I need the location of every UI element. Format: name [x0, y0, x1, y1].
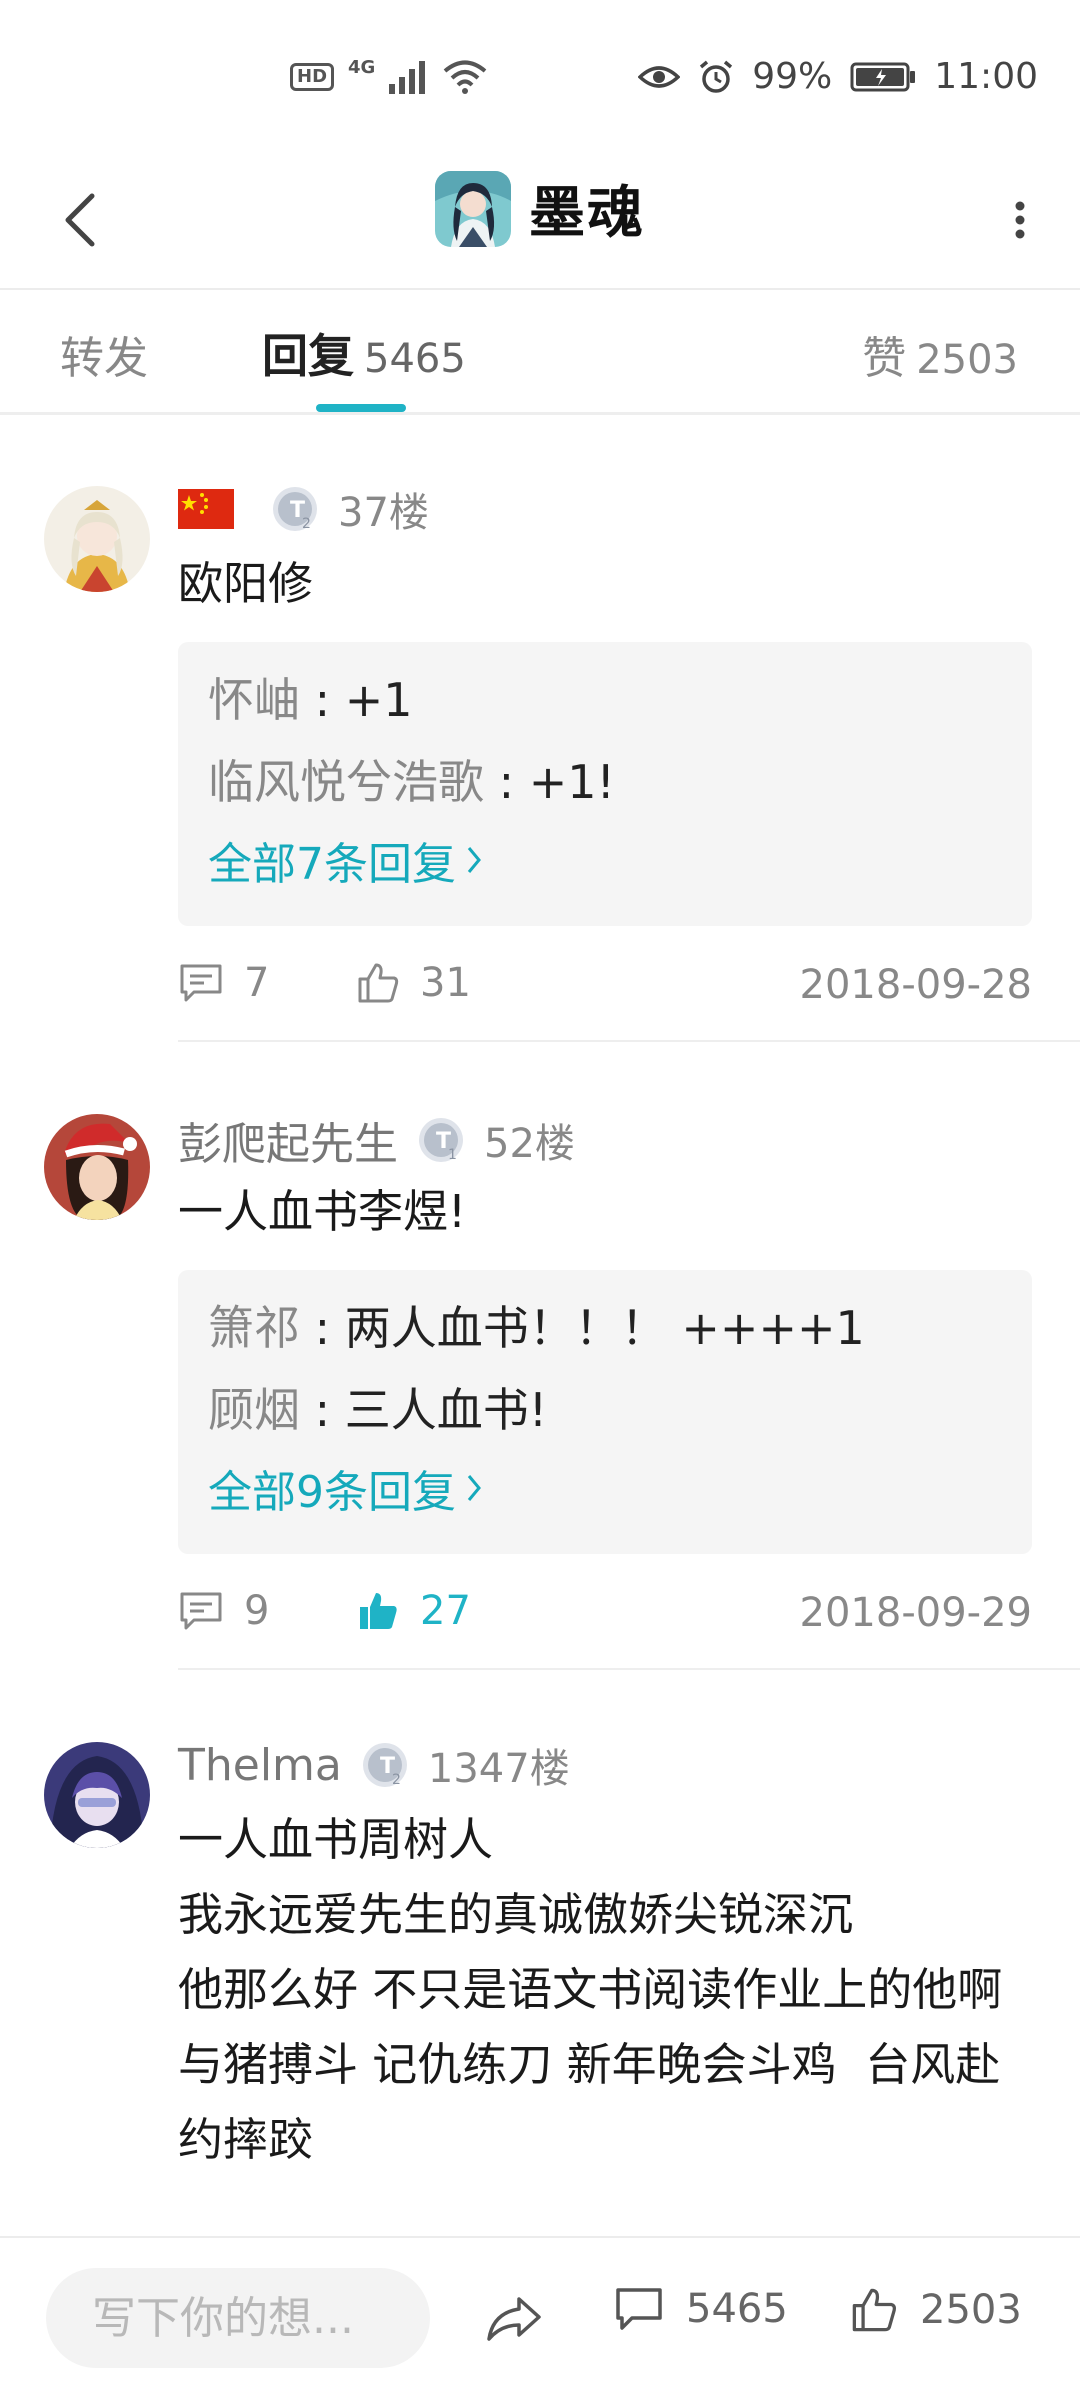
- reply-line: 怀岫 : +1: [208, 664, 413, 730]
- bottom-comment-count: 5465: [686, 2286, 788, 2332]
- view-all-replies-label: 全部9条回复: [208, 1467, 456, 1518]
- comment-content: 一人血书周树人 我永远爱先生的真诚傲娇尖锐深沉 他那么好 不只是语文书阅读作业上…: [178, 1813, 1003, 2166]
- floor-number: 37楼: [338, 490, 429, 536]
- network-type: 4G: [348, 56, 376, 78]
- vertical-ellipsis-icon: [1015, 201, 1025, 239]
- comment-date: 2018-09-29: [799, 1590, 1032, 1636]
- comment-icon: [180, 964, 222, 1002]
- top-app-bar: 墨魂: [0, 150, 1080, 290]
- status-left: HD 4G: [290, 56, 487, 94]
- status-bar: HD 4G 99% 11:00: [0, 0, 1080, 150]
- floor-number: 1347楼: [427, 1746, 570, 1792]
- reply-text: : +1: [300, 673, 413, 727]
- like-count: 31: [420, 960, 471, 1006]
- signal-icon: [389, 61, 426, 94]
- bottom-like-count: 2503: [920, 2287, 1022, 2333]
- reply-text: : 两人血书！！！ ++++1: [300, 1301, 865, 1355]
- share-icon: [487, 2297, 541, 2341]
- comment-date: 2018-09-28: [799, 962, 1032, 1008]
- comment-content: 欧阳修: [178, 557, 314, 610]
- comment-meta: 彭爬起先生 T 1 52楼: [178, 1108, 575, 1172]
- reply-author[interactable]: 顾烟: [208, 1383, 300, 1437]
- view-all-replies-label: 全部7条回复: [208, 839, 456, 890]
- level-badge-icon: T 2: [360, 1740, 410, 1790]
- tab-likes-label: 赞: [862, 333, 907, 384]
- reply-input-box[interactable]: [46, 2268, 430, 2368]
- status-right: 99% 11:00: [638, 56, 1038, 97]
- reply-line: 顾烟 : 三人血书!: [208, 1374, 547, 1440]
- view-all-replies-link[interactable]: 全部7条回复: [208, 828, 482, 892]
- tab-likes[interactable]: 赞 2503: [862, 322, 1018, 386]
- tab-reply-label: 回复: [262, 329, 354, 383]
- username[interactable]: Thelma: [178, 1740, 342, 1791]
- avatar[interactable]: [44, 486, 150, 592]
- tabs-divider: [0, 412, 1080, 415]
- bottom-action-bar: 5465 2503: [0, 2236, 1080, 2402]
- active-tab-indicator: [316, 404, 406, 412]
- comment-meta: T 2 37楼: [178, 480, 429, 538]
- tab-forward[interactable]: 转发: [60, 322, 148, 386]
- bottom-comment-button[interactable]: 5465: [614, 2286, 788, 2332]
- reply-text: : 三人血书!: [300, 1383, 548, 1437]
- chevron-right-icon: [467, 1475, 481, 1501]
- comment-meta: Thelma T 2 1347楼: [178, 1736, 570, 1794]
- username[interactable]: 彭爬起先生: [178, 1108, 398, 1172]
- bottom-like-button[interactable]: 2503: [850, 2286, 1022, 2334]
- reply-input[interactable]: [90, 2291, 414, 2345]
- svg-text:2: 2: [302, 516, 311, 532]
- comment-bubble-icon: [616, 2288, 662, 2330]
- share-button[interactable]: [474, 2284, 554, 2354]
- reply-author[interactable]: 怀岫: [208, 673, 300, 727]
- comment-icon: [180, 1592, 222, 1630]
- svg-text:2: 2: [392, 1772, 401, 1788]
- avatar[interactable]: [44, 1742, 150, 1848]
- comment-actions: 9 27 2018-09-29: [178, 1588, 1032, 1648]
- battery-percent: 99%: [752, 56, 833, 97]
- comment-divider: [178, 1668, 1080, 1670]
- comment-reply-button[interactable]: 9: [178, 1588, 269, 1634]
- china-flag-icon: [178, 489, 234, 529]
- wifi-icon: [444, 60, 487, 94]
- level-badge-icon: T 2: [270, 484, 320, 534]
- title-group[interactable]: 墨魂: [0, 168, 1080, 249]
- comment-reply-button[interactable]: 7: [178, 960, 269, 1006]
- eye-icon: [638, 65, 681, 88]
- comment-count: 7: [244, 960, 270, 1006]
- reply-line: 箫祁 : 两人血书！！！ ++++1: [208, 1292, 865, 1358]
- thumbs-up-icon: [358, 963, 399, 1003]
- tab-reply-count: 5465: [364, 336, 466, 382]
- app-avatar-icon: [435, 170, 511, 247]
- like-button[interactable]: 31: [356, 960, 471, 1006]
- reply-preview-box[interactable]: 箫祁 : 两人血书！！！ ++++1 顾烟 : 三人血书! 全部9条回复: [178, 1270, 1032, 1554]
- header-divider: [0, 288, 1080, 290]
- page-title: 墨魂: [529, 181, 645, 246]
- reply-line: 临风悦兮浩歌 : +1!: [208, 746, 615, 812]
- floor-number: 52楼: [484, 1121, 575, 1167]
- tab-bar: 转发 回复 5465 赞 2503: [0, 292, 1080, 412]
- thumbs-up-icon: [852, 2288, 896, 2332]
- level-badge-icon: T 1: [416, 1115, 466, 1165]
- more-options-button[interactable]: [980, 180, 1060, 260]
- battery-icon: [850, 62, 916, 91]
- reply-text: : +1!: [484, 755, 615, 809]
- comment-actions: 7 31 2018-09-28: [178, 960, 1032, 1020]
- reply-author[interactable]: 箫祁: [208, 1301, 300, 1355]
- alarm-icon: [700, 60, 733, 93]
- like-count: 27: [420, 1588, 471, 1634]
- tab-reply[interactable]: 回复 5465: [262, 320, 466, 386]
- view-all-replies-link[interactable]: 全部9条回复: [208, 1456, 482, 1520]
- like-button[interactable]: 27: [356, 1588, 471, 1634]
- comment-content: 一人血书李煜!: [178, 1185, 467, 1238]
- svg-text:1: 1: [448, 1147, 457, 1163]
- tab-likes-count: 2503: [916, 337, 1018, 383]
- reply-author[interactable]: 临风悦兮浩歌: [208, 755, 484, 809]
- clock: 11:00: [934, 56, 1038, 97]
- avatar[interactable]: [44, 1114, 150, 1220]
- comment-count: 9: [244, 1588, 270, 1634]
- reply-preview-box[interactable]: 怀岫 : +1 临风悦兮浩歌 : +1! 全部7条回复: [178, 642, 1032, 926]
- chevron-right-icon: [467, 847, 481, 873]
- thumbs-up-filled-icon: [360, 1593, 397, 1629]
- comment-divider: [178, 1040, 1080, 1042]
- hd-badge: HD: [290, 63, 335, 91]
